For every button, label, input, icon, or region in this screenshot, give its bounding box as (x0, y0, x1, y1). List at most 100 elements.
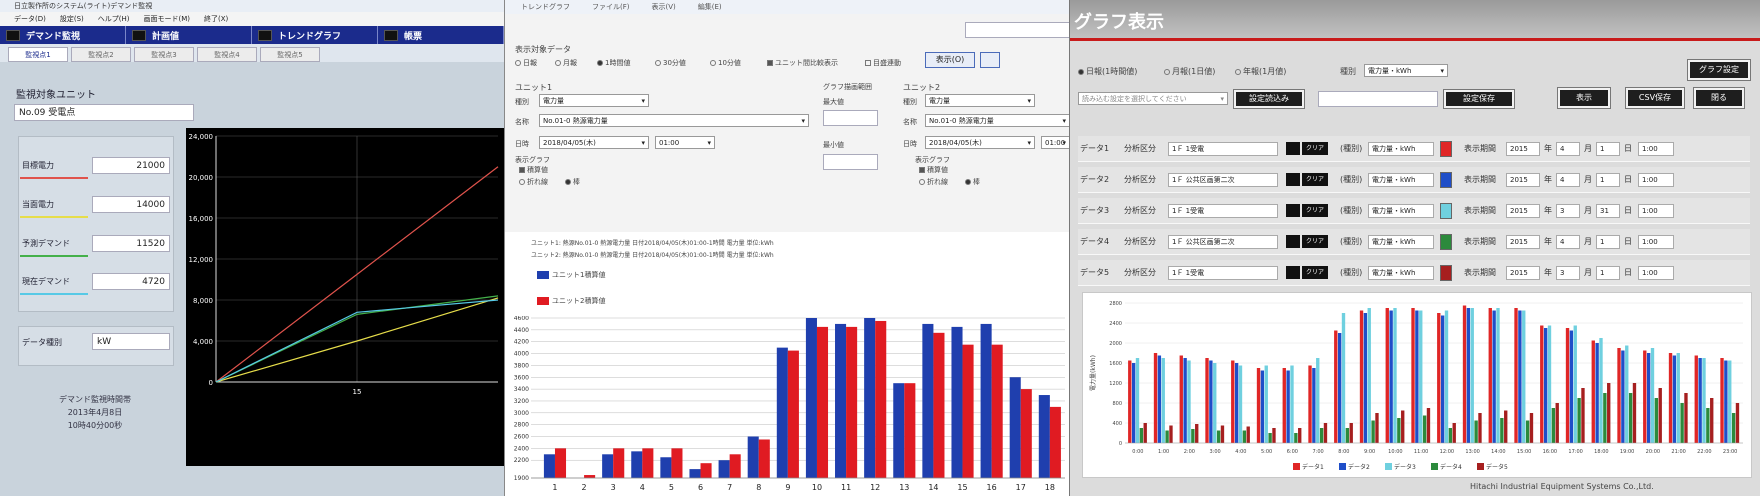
radio-hourly[interactable]: 1時間値 (597, 58, 630, 68)
row-day-select[interactable]: 1 (1596, 173, 1620, 187)
row-select-icon[interactable] (1286, 266, 1300, 279)
graph-opt-bar[interactable]: 棒 (565, 177, 580, 187)
unit2-time-select[interactable]: 01:00 (1041, 136, 1069, 149)
row-select-icon[interactable] (1286, 235, 1300, 248)
chart3-legend-swatch (1293, 463, 1300, 470)
row-month-select[interactable]: 4 (1556, 173, 1580, 187)
row-clear-button[interactable]: クリア (1302, 266, 1328, 279)
row-day-select[interactable]: 1 (1596, 235, 1620, 249)
menu-view[interactable]: 表示(V) (652, 0, 676, 14)
max-field[interactable] (823, 110, 878, 126)
tab-point-2[interactable]: 監視点2 (71, 47, 131, 62)
row-month-select[interactable]: 3 (1556, 266, 1580, 280)
row-select-icon[interactable] (1286, 173, 1300, 186)
row-clear-button[interactable]: クリア (1302, 235, 1328, 248)
tab-point-5[interactable]: 監視点5 (260, 47, 320, 62)
check-scale-link[interactable]: 目盛連動 (865, 58, 901, 68)
radio-daily-report[interactable]: 日報(1時間値) (1078, 66, 1137, 77)
row-month-select[interactable]: 4 (1556, 235, 1580, 249)
row-time-select[interactable]: 1:00 (1638, 173, 1674, 187)
unit2-graph-opt-accumulated[interactable]: 積算値 (919, 165, 948, 175)
menu-screen-mode[interactable]: 画面モード(M) (144, 12, 191, 26)
interval-field[interactable]: kW (92, 333, 170, 350)
unit2-name-select[interactable]: No.01-0 熱源電力量 (925, 114, 1069, 127)
name-select[interactable]: No.01-0 熱源電力量 (539, 114, 809, 127)
nav-trend-graph[interactable]: トレンドグラフ (252, 26, 378, 44)
chart3-bar (1238, 365, 1243, 443)
row-day-select[interactable]: 1 (1596, 266, 1620, 280)
row-time-select[interactable]: 1:00 (1638, 266, 1674, 280)
menu-file[interactable]: ファイル(F) (592, 0, 630, 14)
nav-plan-values[interactable]: 計画値 (126, 26, 252, 44)
check-unit-compare[interactable]: ユニット間比較表示 (767, 58, 838, 68)
top-right-field[interactable] (965, 22, 1069, 38)
nav-report[interactable]: 帳票 (378, 26, 504, 44)
graph-opt-accumulated[interactable]: 積算値 (519, 165, 548, 175)
row-clear-button[interactable]: クリア (1302, 204, 1328, 217)
row-color-swatch[interactable] (1440, 203, 1452, 219)
row-name-field[interactable]: 1Ｆ 1受電 (1168, 266, 1278, 280)
save-settings-button[interactable]: 設定保存 (1443, 89, 1515, 109)
radio-monthly[interactable]: 月報 (555, 58, 577, 68)
row-name-field[interactable]: 1Ｆ 公共区画第二次 (1168, 235, 1278, 249)
chart3-bar (1474, 420, 1478, 443)
extra-button[interactable] (980, 52, 1000, 68)
close-button[interactable]: 閉る (1693, 87, 1745, 109)
unit2-kind-select[interactable]: 電力量 (925, 94, 1035, 107)
menu-edit[interactable]: 編集(E) (698, 0, 722, 14)
row-time-select[interactable]: 1:00 (1638, 142, 1674, 156)
radio-yearly-report[interactable]: 年報(1月値) (1235, 66, 1286, 77)
radio-monthly-report[interactable]: 月報(1日値) (1164, 66, 1215, 77)
row-select-icon[interactable] (1286, 142, 1300, 155)
row-year-select[interactable]: 2015 (1506, 266, 1540, 280)
unit2-date-select[interactable]: 2018/04/05(木) (925, 136, 1035, 149)
row-year-select[interactable]: 2015 (1506, 173, 1540, 187)
load-settings-select[interactable]: 読み込む設定を選択してください (1078, 92, 1228, 105)
row-color-swatch[interactable] (1440, 234, 1452, 250)
unit2-graph-opt-line[interactable]: 折れ線 (919, 177, 948, 187)
tab-point-4[interactable]: 監視点4 (197, 47, 257, 62)
row-name-field[interactable]: 1Ｆ 1受電 (1168, 142, 1278, 156)
row-clear-button[interactable]: クリア (1302, 142, 1328, 155)
display-button[interactable]: 表示(O) (925, 52, 975, 68)
csv-save-button[interactable]: CSV保存 (1625, 87, 1685, 109)
tab-point-3[interactable]: 監視点3 (134, 47, 194, 62)
row-time-select[interactable]: 1:00 (1638, 204, 1674, 218)
row-color-swatch[interactable] (1440, 172, 1452, 188)
row-day-select[interactable]: 31 (1596, 204, 1620, 218)
kind-select[interactable]: 電力量 (539, 94, 649, 107)
date-select[interactable]: 2018/04/05(木) (539, 136, 649, 149)
min-field[interactable] (823, 154, 878, 170)
row-year-select[interactable]: 2015 (1506, 142, 1540, 156)
row-color-swatch[interactable] (1440, 141, 1452, 157)
menu-settings[interactable]: 設定(S) (60, 12, 84, 26)
tab-point-1[interactable]: 監視点1 (8, 47, 68, 62)
row-month-select[interactable]: 4 (1556, 142, 1580, 156)
menu-help[interactable]: ヘルプ(H) (98, 12, 130, 26)
row-color-swatch[interactable] (1440, 265, 1452, 281)
radio-30min[interactable]: 30分値 (655, 58, 686, 68)
menu-data[interactable]: データ(D) (14, 12, 46, 26)
unit-field[interactable]: No.09 受電点 (14, 104, 194, 121)
row-year-select[interactable]: 2015 (1506, 235, 1540, 249)
settings-name-field[interactable] (1318, 91, 1438, 107)
radio-10min[interactable]: 10分値 (710, 58, 741, 68)
row-time-select[interactable]: 1:00 (1638, 235, 1674, 249)
row-select-icon[interactable] (1286, 204, 1300, 217)
row-month-select[interactable]: 3 (1556, 204, 1580, 218)
radio-daily[interactable]: 日報 (515, 58, 537, 68)
show-button[interactable]: 表示 (1557, 87, 1611, 109)
graph-opt-line[interactable]: 折れ線 (519, 177, 548, 187)
load-settings-button[interactable]: 設定読込み (1233, 89, 1305, 109)
row-name-field[interactable]: 1Ｆ 1受電 (1168, 204, 1278, 218)
nav-demand-monitor[interactable]: デマンド監視 (0, 26, 126, 44)
unit2-graph-opt-bar[interactable]: 棒 (965, 177, 980, 187)
row-day-select[interactable]: 1 (1596, 142, 1620, 156)
time-select[interactable]: 01:00 (655, 136, 715, 149)
row-year-select[interactable]: 2015 (1506, 204, 1540, 218)
menu-exit[interactable]: 終了(X) (204, 12, 228, 26)
graph-settings-button[interactable]: グラフ設定 (1687, 59, 1751, 81)
row-clear-button[interactable]: クリア (1302, 173, 1328, 186)
kind-select[interactable]: 電力量・kWh (1364, 64, 1448, 77)
row-name-field[interactable]: 1Ｆ 公共区画第二次 (1168, 173, 1278, 187)
